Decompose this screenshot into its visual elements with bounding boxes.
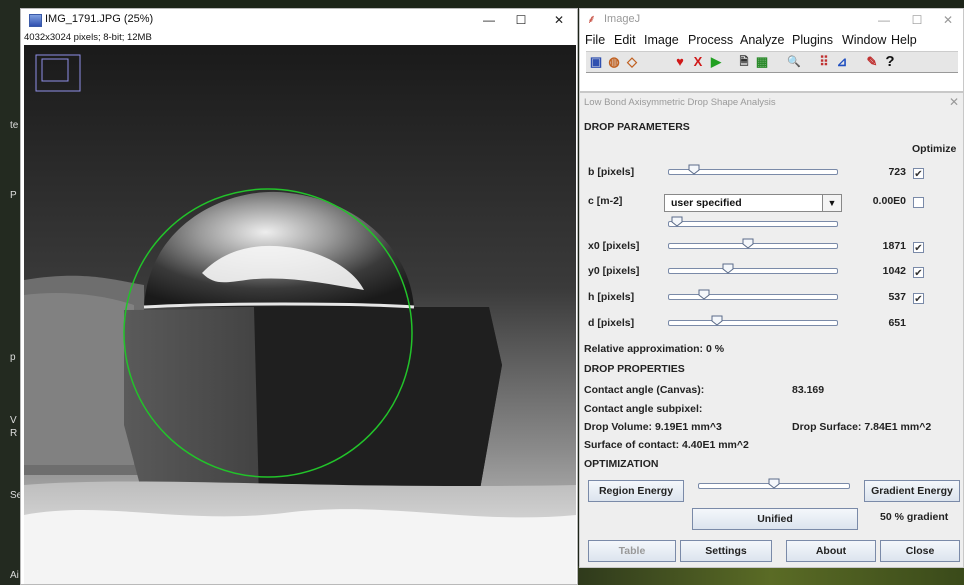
imagej-title: ImageJ <box>604 13 641 25</box>
desktop-text: V <box>10 415 17 426</box>
param-c-label: c [m-2] <box>588 195 623 207</box>
menu-plugins[interactable]: Plugins <box>792 33 833 47</box>
desktop-text: R <box>10 428 18 439</box>
param-h-label: h [pixels] <box>588 291 635 303</box>
help-icon[interactable]: ? <box>882 54 898 70</box>
drop-surface: Drop Surface: 7.84E1 mm^2 <box>792 421 932 433</box>
image-info: 4032x3024 pixels; 8-bit; 12MB <box>24 32 152 43</box>
param-c-select[interactable]: user specified ▼ <box>664 194 842 212</box>
param-h-value: 537 <box>888 291 906 303</box>
close-button[interactable]: ✕ <box>545 11 573 29</box>
text-doc-icon[interactable]: 🗎 <box>736 54 752 70</box>
desktop-text: p <box>10 352 16 363</box>
desktop-text: te <box>10 120 19 131</box>
minimize-button[interactable]: — <box>870 11 898 29</box>
param-x0-value: 1871 <box>882 240 906 252</box>
desktop-background-strip: te P p V R Se Ai <box>0 0 22 585</box>
gradient-energy-button[interactable]: Gradient Energy <box>864 480 960 502</box>
param-c-select-value: user specified <box>671 197 742 209</box>
desktop-text: P <box>10 190 17 201</box>
x-mark-icon[interactable]: X <box>690 54 706 70</box>
magnifier-icon[interactable]: 🔍 <box>786 54 802 70</box>
param-x0-label: x0 [pixels] <box>588 240 640 252</box>
imagej-icon: ⸙ <box>587 12 597 26</box>
settings-button[interactable]: Settings <box>680 540 772 562</box>
image-canvas[interactable] <box>24 45 576 584</box>
drop-parameters-heading: DROP PARAMETERS <box>584 121 690 133</box>
unified-button[interactable]: Unified <box>692 508 858 530</box>
relative-approximation: Relative approximation: 0 % <box>584 343 725 355</box>
param-x0-slider[interactable] <box>668 238 838 250</box>
param-y0-label: y0 [pixels] <box>588 265 640 277</box>
desktop-wallpaper <box>578 566 964 585</box>
param-x0-optimize-checkbox[interactable]: ✔ <box>913 242 924 254</box>
optimize-label: Optimize <box>912 143 957 155</box>
maximize-button[interactable]: ☐ <box>903 11 931 29</box>
contact-angle-subpixel-label: Contact angle subpixel: <box>584 403 703 415</box>
minimize-button[interactable]: — <box>475 11 503 29</box>
menu-window[interactable]: Window <box>842 33 886 47</box>
image-window[interactable]: IMG_1791.JPG (25%) — ☐ ✕ 4032x3024 pixel… <box>20 8 578 585</box>
param-h-slider[interactable] <box>668 289 838 301</box>
panel-title: Low Bond Axisymmetric Drop Shape Analysi… <box>584 97 776 108</box>
drop-volume: Drop Volume: 9.19E1 mm^3 <box>584 421 722 433</box>
edit-roi-icon[interactable]: ✎ <box>864 54 880 70</box>
optimization-slider[interactable] <box>698 478 850 490</box>
param-y0-optimize-checkbox[interactable]: ✔ <box>913 267 924 279</box>
param-b-value: 723 <box>888 166 906 178</box>
drop-properties-heading: DROP PROPERTIES <box>584 363 685 375</box>
param-c-value: 0.00E0 <box>872 195 906 207</box>
close-panel-button[interactable]: Close <box>880 540 960 562</box>
optimization-heading: OPTIMIZATION <box>584 458 659 470</box>
surface-of-contact: Surface of contact: 4.40E1 mm^2 <box>584 439 749 451</box>
contact-angle-canvas-label: Contact angle (Canvas): <box>584 384 705 396</box>
param-d-label: d [pixels] <box>588 317 635 329</box>
play-icon[interactable]: ▶ <box>708 54 724 70</box>
imagej-titlebar[interactable]: ⸙ ImageJ — ☐ ✕ <box>580 9 963 31</box>
image-window-titlebar[interactable]: IMG_1791.JPG (25%) — ☐ ✕ <box>21 9 577 31</box>
param-y0-value: 1042 <box>882 265 906 277</box>
region-energy-button[interactable]: Region Energy <box>588 480 684 502</box>
contact-angle-canvas-value: 83.169 <box>792 384 825 396</box>
menu-process[interactable]: Process <box>688 33 733 47</box>
param-h-optimize-checkbox[interactable]: ✔ <box>913 293 924 305</box>
param-b-label: b [pixels] <box>588 166 635 178</box>
param-b-slider[interactable] <box>668 164 838 176</box>
polygon-roi-icon[interactable]: ◇ <box>624 54 640 70</box>
param-y0-slider[interactable] <box>668 263 838 275</box>
image-window-title: IMG_1791.JPG (25%) <box>45 13 154 25</box>
menu-help[interactable]: Help <box>891 33 917 47</box>
image-icon <box>29 14 42 27</box>
dropper-icon[interactable]: ⊿ <box>834 54 850 70</box>
gradient-percent: 50 % gradient <box>880 511 949 523</box>
rect-roi-icon[interactable]: ▣ <box>588 54 604 70</box>
about-button[interactable]: About <box>786 540 876 562</box>
menu-bar: File Edit Image Process Analyze Plugins … <box>580 31 963 49</box>
menu-analyze[interactable]: Analyze <box>740 33 784 47</box>
param-c-slider[interactable] <box>668 216 838 228</box>
imagej-window[interactable]: ⸙ ImageJ — ☐ ✕ File Edit Image Process A… <box>579 8 964 92</box>
drop-photo <box>24 45 576 584</box>
lut-icon[interactable]: ▦ <box>754 54 770 70</box>
color-picker-icon[interactable]: ⠿ <box>816 54 832 70</box>
menu-image[interactable]: Image <box>644 33 679 47</box>
param-b-optimize-checkbox[interactable]: ✔ <box>913 168 924 180</box>
imagej-toolbar: ▣ ◍ ◇ ♥ X ▶ 🗎 ▦ 🔍 ⠿ ⊿ ✎ ? <box>586 51 958 73</box>
chevron-down-icon: ▼ <box>822 195 841 211</box>
menu-edit[interactable]: Edit <box>614 33 636 47</box>
table-button[interactable]: Table <box>588 540 676 562</box>
desktop-text: Ai <box>10 570 19 581</box>
panel-close-icon[interactable]: ✕ <box>949 95 959 109</box>
menu-file[interactable]: File <box>585 33 605 47</box>
param-c-optimize-checkbox[interactable] <box>913 197 924 208</box>
close-button[interactable]: ✕ <box>934 11 962 29</box>
param-d-slider[interactable] <box>668 315 838 327</box>
drop-shape-panel[interactable]: Low Bond Axisymmetric Drop Shape Analysi… <box>579 92 964 568</box>
param-d-value: 651 <box>888 317 906 329</box>
maximize-button[interactable]: ☐ <box>507 11 535 29</box>
oval-roi-icon[interactable]: ◍ <box>606 54 622 70</box>
heart-icon[interactable]: ♥ <box>672 54 688 70</box>
